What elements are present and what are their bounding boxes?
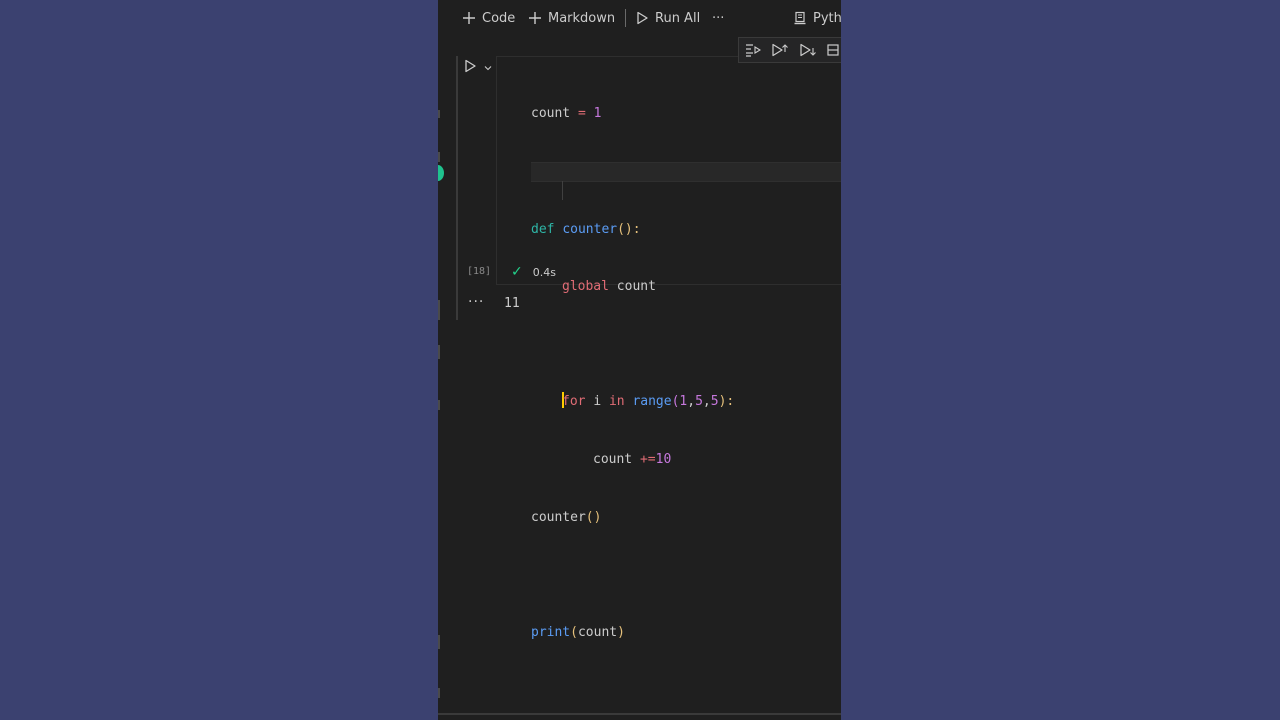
more-actions-button[interactable]: ···	[712, 8, 724, 28]
server-icon	[793, 11, 807, 25]
strip-mark	[438, 300, 440, 320]
run-all-button[interactable]: Run All	[635, 8, 700, 28]
kernel-picker-button[interactable]: Pyth	[793, 8, 841, 28]
token: 5	[710, 394, 719, 410]
code-line: count +=10	[531, 450, 734, 469]
token: i	[593, 394, 602, 410]
run-by-line-icon[interactable]	[745, 43, 761, 57]
split-cell-icon[interactable]	[827, 43, 839, 57]
play-icon	[635, 11, 649, 25]
token: counter	[531, 509, 586, 525]
code-content[interactable]: count = 1 def counter(): global count fo…	[531, 66, 734, 680]
token: =	[577, 106, 586, 122]
token: def	[531, 221, 555, 237]
execute-below-icon[interactable]	[799, 43, 817, 57]
cell-toolbar	[738, 37, 841, 63]
strip-mark	[438, 400, 440, 410]
panel-bottom-border	[438, 713, 841, 715]
add-markdown-cell-button[interactable]: Markdown	[528, 8, 615, 28]
token: 1	[593, 106, 602, 122]
output-more-button[interactable]: ···	[468, 294, 484, 310]
token: ()	[585, 509, 602, 525]
strip-mark	[438, 110, 440, 118]
execute-above-icon[interactable]	[771, 43, 789, 57]
cell-output: 11	[504, 296, 520, 311]
chevron-down-icon[interactable]	[483, 58, 493, 77]
code-line: def counter():	[531, 220, 734, 239]
more-icon: ···	[712, 10, 725, 26]
token: )	[617, 624, 625, 640]
code-line: count = 1	[531, 104, 734, 123]
add-code-label: Code	[482, 10, 516, 26]
token: global	[562, 279, 609, 295]
code-line: print(count)	[531, 623, 734, 642]
token: in	[608, 394, 625, 410]
token: counter	[562, 221, 618, 237]
token: (	[570, 624, 578, 640]
execution-duration: 0.4s	[532, 265, 556, 279]
token: count	[616, 279, 656, 295]
token: count	[577, 624, 618, 640]
plus-icon	[528, 11, 542, 25]
strip-mark	[438, 635, 440, 649]
strip-mark	[438, 345, 440, 359]
token: count	[531, 106, 571, 122]
plus-icon	[462, 11, 476, 25]
cell-status: ✓ 0.4s	[511, 264, 556, 280]
token: count	[593, 451, 633, 467]
token: 5	[695, 394, 703, 410]
token: ():	[617, 221, 641, 237]
token: ,	[687, 394, 696, 410]
token: range	[632, 394, 672, 410]
code-line: global count	[531, 277, 734, 296]
run-all-label: Run All	[655, 10, 701, 26]
cell-focus-bar	[456, 56, 458, 320]
code-line: counter()	[531, 508, 734, 527]
add-markdown-label: Markdown	[548, 10, 616, 26]
code-line: for i in range(1,5,5):	[531, 392, 734, 411]
token: print	[531, 624, 571, 640]
token: +=	[639, 451, 656, 467]
execution-count: [18]	[467, 266, 492, 277]
activity-strip	[438, 0, 456, 720]
run-cell-button[interactable]	[463, 58, 503, 76]
add-code-cell-button[interactable]: Code	[462, 8, 515, 28]
token: 10	[655, 451, 672, 467]
kernel-label: Pyth	[813, 10, 841, 26]
notebook-frame: Code Markdown Run All ··· Pyth count = 1…	[438, 0, 841, 720]
token: ):	[718, 394, 735, 410]
strip-mark	[438, 152, 440, 162]
play-icon	[463, 58, 477, 77]
token: ,	[702, 394, 711, 410]
strip-mark	[438, 688, 440, 698]
token: for	[562, 394, 586, 410]
toolbar-separator	[625, 9, 626, 27]
notebook-toolbar: Code Markdown Run All ··· Pyth	[438, 0, 841, 36]
check-icon: ✓	[511, 264, 523, 280]
